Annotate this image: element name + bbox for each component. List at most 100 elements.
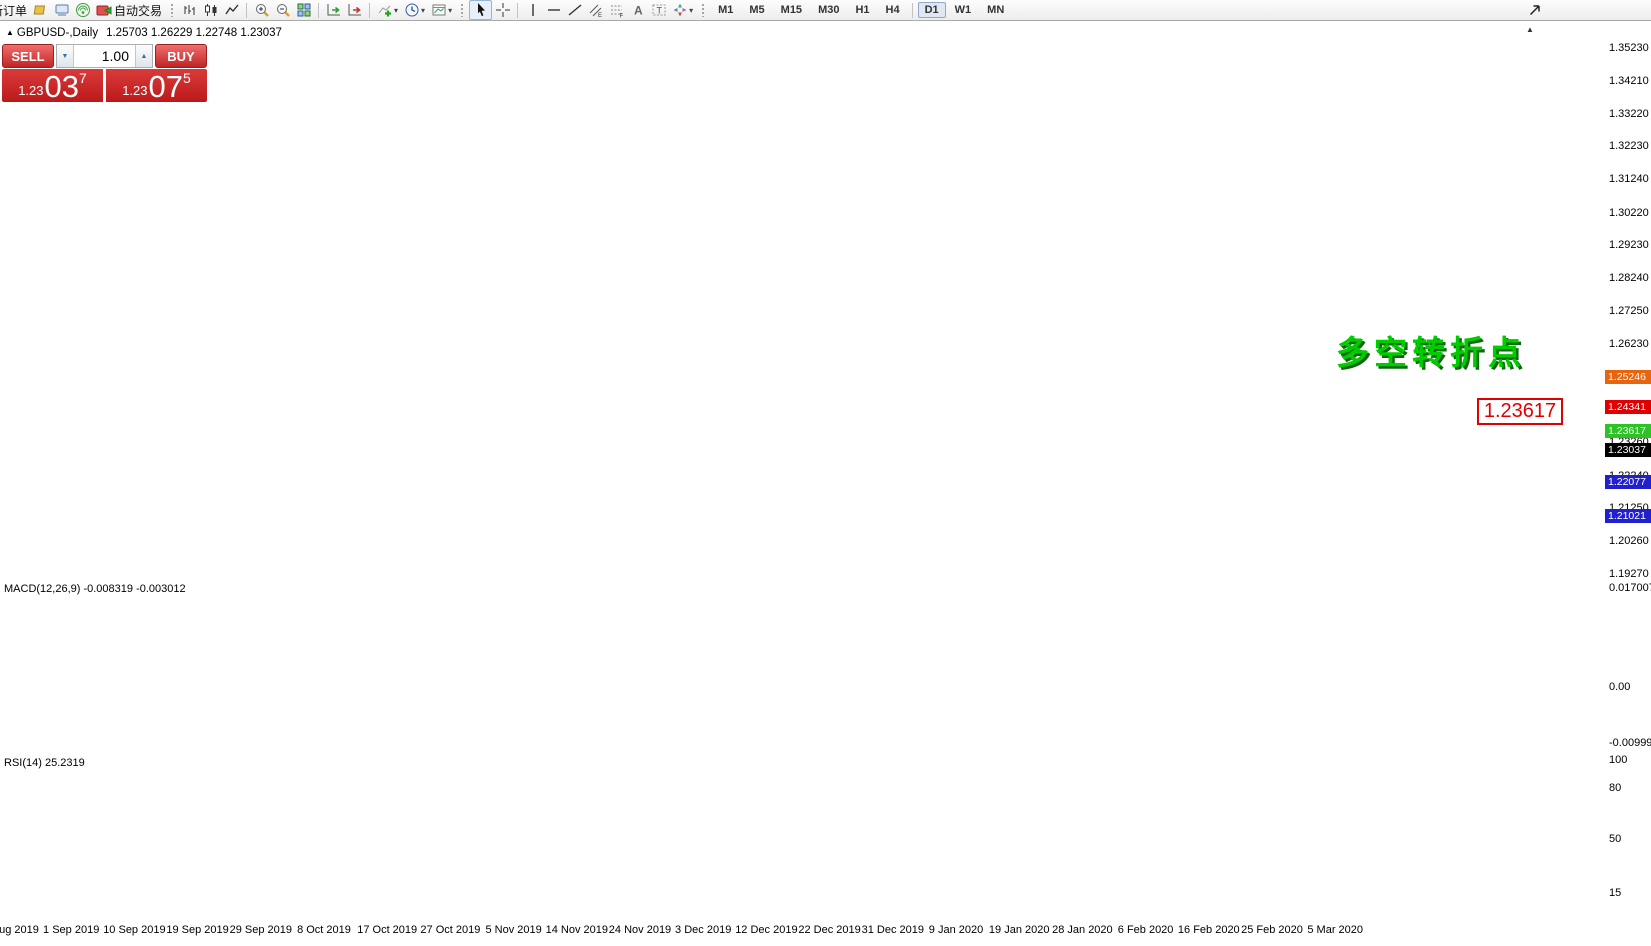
cursor-button[interactable] (469, 0, 492, 20)
svg-text:E: E (598, 13, 602, 18)
text-label-button[interactable]: T (648, 1, 669, 19)
toolbar-grip (460, 3, 464, 17)
price-level-badge: 1.25246 (1605, 370, 1651, 384)
crosshair-icon (495, 2, 511, 18)
trend-line-icon (567, 2, 583, 18)
buy-price[interactable]: 1.23 07 5 (106, 69, 207, 102)
signal-icon (75, 2, 91, 18)
price-axis-tick: 1.30220 (1609, 207, 1649, 219)
auto-scroll-icon (326, 2, 342, 18)
vertical-line-button[interactable] (522, 1, 543, 19)
bar-chart-icon (182, 2, 198, 18)
macd-label: MACD(12,26,9) -0.008319 -0.003012 (4, 583, 186, 595)
candlestick-chart-button[interactable] (200, 1, 221, 19)
sell-button[interactable]: SELL (2, 44, 54, 68)
price-level-badge: 1.23617 (1605, 424, 1651, 438)
buy-price-small: 1.23 (122, 83, 147, 98)
timeframe-H1[interactable]: H1 (848, 2, 876, 18)
chevron-down-icon: ▾ (421, 6, 425, 15)
price-axis-tick: 1.33220 (1609, 108, 1649, 120)
timeframe-M30[interactable]: M30 (811, 2, 846, 18)
one-click-trading-panel: SELL ▼ 1.00 ▲ BUY 1.23 03 7 1.23 07 5 (2, 44, 207, 102)
timeframe-D1[interactable]: D1 (918, 2, 946, 18)
price-level-badge: 1.23037 (1605, 443, 1651, 457)
text-button[interactable]: A (627, 1, 648, 19)
trend-line-button[interactable] (564, 1, 585, 19)
symbol-title: GBPUSD-,Daily (17, 27, 98, 39)
price-axis-tick: 1.27250 (1609, 305, 1649, 317)
price-axis-tick: 1.32230 (1609, 140, 1649, 152)
horizontal-line-icon (546, 2, 562, 18)
timeframe-H4[interactable]: H4 (879, 2, 907, 18)
buy-price-big: 07 (149, 72, 183, 101)
arrows-button[interactable]: ▾ (669, 1, 696, 19)
autotrading-button[interactable]: 自动交易 (93, 1, 165, 19)
toolbar-separator (912, 3, 913, 18)
channel-icon: E (588, 2, 604, 18)
chevron-down-icon: ▾ (394, 6, 398, 15)
zoom-in-icon (254, 2, 270, 18)
timeframe-W1[interactable]: W1 (948, 2, 979, 18)
sell-price[interactable]: 1.23 03 7 (2, 69, 103, 102)
price-level-badge: 1.24341 (1605, 400, 1651, 414)
toolbar-separator (318, 3, 319, 18)
price-axis-tick: 1.26230 (1609, 338, 1649, 350)
zoom-out-button[interactable] (272, 1, 293, 19)
timeframe-M1[interactable]: M1 (711, 2, 740, 18)
volume-input[interactable]: 1.00 (74, 45, 135, 67)
mt4-window: 新订单 自动交易 (0, 0, 1651, 946)
bar-chart-button[interactable] (179, 1, 200, 19)
ohlc-values: 1.25703 1.26229 1.22748 1.23037 (106, 27, 282, 39)
templates-button[interactable]: ▾ (428, 1, 455, 19)
toolbar: 新订单 自动交易 (0, 0, 1651, 21)
price-axis-tick: 1.35230 (1609, 42, 1649, 54)
auto-scroll-button[interactable] (323, 1, 344, 19)
indicators-button[interactable]: ▾ (374, 1, 401, 19)
turning-point-annotation[interactable]: 多空转折点 (1336, 326, 1526, 374)
toolbar-grip (701, 3, 705, 17)
terminal-icon (54, 2, 70, 18)
tile-windows-button[interactable] (293, 1, 314, 19)
rsi-axis-tick: 50 (1609, 833, 1621, 845)
timeframe-M5[interactable]: M5 (742, 2, 771, 18)
timeframe-M15[interactable]: M15 (774, 2, 809, 18)
fibonacci-button[interactable]: F (606, 1, 627, 19)
buy-button[interactable]: BUY (155, 44, 207, 68)
vertical-line-icon (525, 2, 541, 18)
axis-scroll-icon[interactable]: ▲ (1526, 25, 1534, 34)
chart-shift-button[interactable] (344, 1, 365, 19)
price-level-badge: 1.21021 (1605, 509, 1651, 523)
line-chart-button[interactable] (221, 1, 242, 19)
news-button[interactable] (72, 1, 93, 19)
svg-text:A: A (634, 4, 643, 18)
clock-icon (404, 2, 420, 18)
toolbar-separator (517, 3, 518, 18)
zoom-out-icon (275, 2, 291, 18)
terminal-button[interactable] (51, 1, 72, 19)
fibonacci-icon: F (609, 2, 625, 18)
indicators-icon (377, 2, 393, 18)
autotrading-label: 自动交易 (114, 2, 162, 19)
timeframe-MN[interactable]: MN (980, 2, 1011, 18)
toolbar-separator (369, 3, 370, 18)
price-callout-box[interactable]: 1.23617 (1477, 398, 1563, 425)
chevron-down-icon: ▾ (448, 6, 452, 15)
volume-decrease-button[interactable]: ▼ (57, 45, 74, 67)
zoom-in-button[interactable] (251, 1, 272, 19)
crosshair-button[interactable] (492, 1, 513, 19)
rsi-axis-tick: 80 (1609, 782, 1621, 794)
volume-increase-button[interactable]: ▲ (135, 45, 152, 67)
new-order-button[interactable]: 新订单 (0, 1, 30, 19)
autotrading-icon (96, 2, 112, 18)
equidistant-channel-button[interactable]: E (585, 1, 606, 19)
toolbar-expand-button[interactable] (1524, 1, 1545, 19)
line-chart-icon (224, 2, 240, 18)
price-axis-tick: 1.31240 (1609, 173, 1649, 185)
chart-shift-icon (347, 2, 363, 18)
horizontal-line-button[interactable] (543, 1, 564, 19)
price-axis-tick: 1.19270 (1609, 568, 1649, 580)
periods-button[interactable]: ▾ (401, 1, 428, 19)
ne-arrow-icon (1527, 2, 1543, 18)
rsi-label: RSI(14) 25.2319 (4, 757, 85, 769)
chart-window-button[interactable] (30, 1, 51, 19)
